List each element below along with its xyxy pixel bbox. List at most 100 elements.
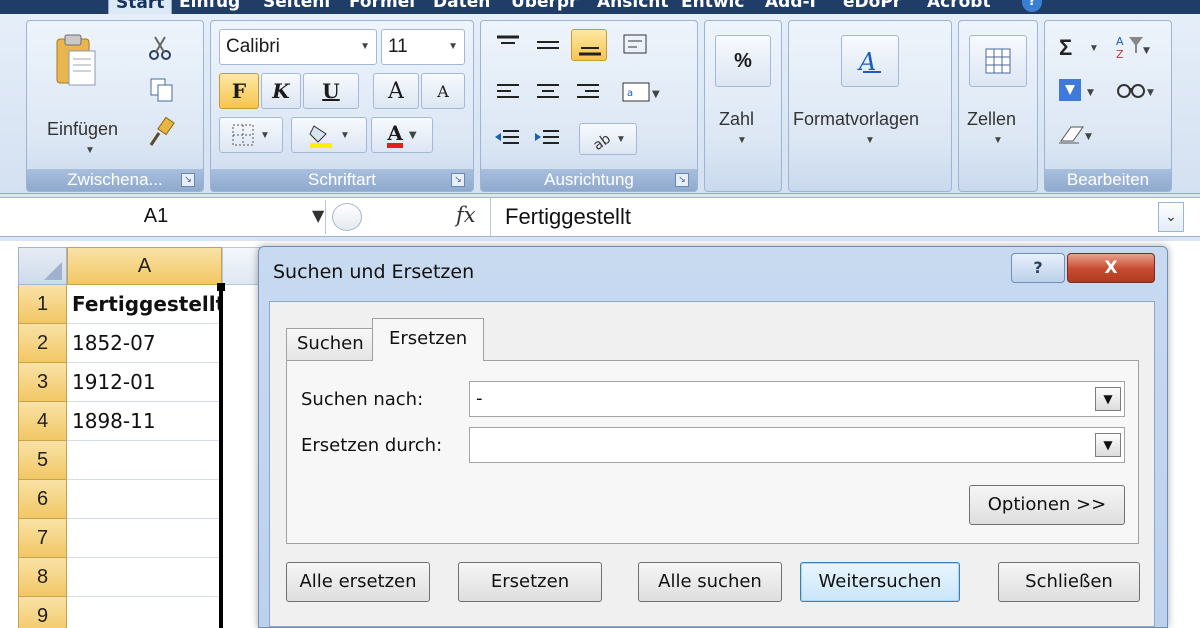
shrink-font-button[interactable]: A (421, 73, 465, 109)
paint-bucket-icon (309, 125, 333, 148)
align-top-icon[interactable] (493, 31, 523, 59)
name-box[interactable]: A1 ▼ (16, 200, 326, 234)
cell-a7[interactable] (67, 519, 222, 558)
format-painter-icon[interactable] (147, 117, 175, 147)
row-header[interactable]: 7 (18, 519, 67, 558)
dialog-help-button[interactable]: ? (1011, 253, 1065, 283)
table-row: 1 Fertiggestellt (18, 285, 222, 324)
table-row: 3 1912-01 (18, 363, 222, 402)
row-header[interactable]: 4 (18, 402, 67, 441)
align-left-icon[interactable] (493, 79, 523, 107)
replace-dropdown-icon[interactable]: ▼ (1095, 433, 1121, 457)
replace-button[interactable]: Ersetzen (458, 562, 602, 602)
row-header[interactable]: 8 (18, 558, 67, 597)
find-select-icon[interactable]: ▼ (1115, 77, 1159, 105)
clipboard-launcher-icon[interactable]: ↘ (181, 173, 195, 187)
dialog-title: Suchen und Ersetzen (273, 261, 475, 283)
tab-einfuegen[interactable]: Einfüg (172, 0, 247, 14)
select-all-corner[interactable] (18, 247, 67, 285)
wrap-text-icon[interactable] (621, 31, 651, 59)
cell-a9[interactable] (67, 597, 222, 628)
replace-all-button[interactable]: Alle ersetzen (286, 562, 430, 602)
tab-acrobat[interactable]: Acrobt (920, 0, 998, 14)
autosum-icon[interactable]: Σ (1059, 35, 1072, 61)
font-name-select[interactable]: Calibri ▼ (219, 29, 377, 65)
cell-a3[interactable]: 1912-01 (67, 363, 222, 402)
svg-text:A: A (1116, 35, 1124, 48)
cell-a8[interactable] (67, 558, 222, 597)
tab-ansicht[interactable]: Ansicht (590, 0, 676, 14)
underline-button[interactable]: U (303, 73, 359, 109)
align-middle-icon[interactable] (533, 31, 563, 59)
borders-button[interactable]: ▼ (219, 117, 283, 153)
options-button[interactable]: Optionen >> (969, 485, 1125, 525)
svg-text:▼: ▼ (1087, 88, 1094, 98)
merge-center-icon[interactable]: a ▼ (621, 79, 661, 107)
find-input[interactable]: - ▼ (469, 381, 1125, 417)
group-cells[interactable]: Zellen ▼ (958, 20, 1038, 192)
row-header[interactable]: 5 (18, 441, 67, 480)
autosum-dropdown-icon[interactable]: ▼ (1089, 43, 1099, 54)
name-box-value: A1 (143, 205, 169, 227)
fill-down-icon[interactable]: ▼ (1057, 77, 1099, 105)
cell-a4[interactable]: 1898-11 (67, 402, 222, 441)
cell-a5[interactable] (67, 441, 222, 480)
tab-ersetzen[interactable]: Ersetzen (372, 318, 485, 361)
decrease-indent-icon[interactable] (493, 125, 523, 153)
formula-bar: A1 ▼ fx Fertiggestellt ⌄ (0, 197, 1200, 237)
row-header[interactable]: 6 (18, 480, 67, 519)
tab-suchen[interactable]: Suchen (286, 328, 375, 360)
font-launcher-icon[interactable]: ↘ (451, 173, 465, 187)
insert-function-icon[interactable]: fx (456, 203, 476, 227)
fill-color-button[interactable]: ▼ (291, 117, 367, 153)
tab-entwicklertools[interactable]: Entwic (674, 0, 751, 14)
tab-start[interactable]: Start (108, 0, 173, 14)
selection-handle[interactable] (217, 283, 225, 291)
dialog-close-button[interactable]: X (1067, 253, 1155, 283)
row-header[interactable]: 9 (18, 597, 67, 628)
find-all-button[interactable]: Alle suchen (638, 562, 782, 602)
align-right-icon[interactable] (573, 79, 603, 107)
align-bottom-button[interactable] (571, 29, 607, 61)
cut-icon[interactable] (147, 35, 173, 61)
increase-indent-icon[interactable] (533, 125, 563, 153)
font-size-select[interactable]: 11 ▼ (381, 29, 465, 65)
dialog-close-text-button[interactable]: Schließen (998, 562, 1140, 602)
bold-button[interactable]: F (219, 73, 259, 109)
tab-edopr[interactable]: eDoPr (836, 0, 908, 14)
help-icon[interactable]: ? (1022, 0, 1042, 12)
expand-formula-bar-icon[interactable]: ⌄ (1158, 202, 1184, 232)
tab-seitenlayout[interactable]: Seitenl (256, 0, 337, 14)
grow-font-button[interactable]: A (373, 73, 419, 109)
group-number[interactable]: % Zahl ▼ (704, 20, 782, 192)
group-styles[interactable]: A Formatvorlagen ▼ (788, 20, 952, 192)
clear-icon[interactable]: ▼ (1057, 121, 1099, 149)
text-orientation-button[interactable]: ab ▼ (579, 123, 637, 155)
find-dropdown-icon[interactable]: ▼ (1095, 387, 1121, 411)
tab-add-ins[interactable]: Add-I (758, 0, 823, 14)
copy-icon[interactable] (149, 77, 175, 103)
alignment-launcher-icon[interactable]: ↘ (675, 173, 689, 187)
row-header[interactable]: 3 (18, 363, 67, 402)
tab-daten[interactable]: Daten (426, 0, 497, 14)
tab-formeln[interactable]: Formel (342, 0, 422, 14)
cell-a2[interactable]: 1852-07 (67, 324, 222, 363)
svg-text:▼: ▼ (1085, 132, 1092, 142)
sort-filter-icon[interactable]: AZ ▼ (1115, 33, 1151, 61)
find-next-button[interactable]: Weitersuchen (800, 562, 960, 602)
row-header[interactable]: 1 (18, 285, 67, 324)
column-header-a[interactable]: A (67, 247, 222, 285)
name-box-chevron-icon[interactable]: ▼ (312, 206, 324, 225)
cell-a6[interactable] (67, 480, 222, 519)
font-color-button[interactable]: A ▼ (371, 117, 433, 153)
cell-a1[interactable]: Fertiggestellt (67, 285, 222, 324)
replace-input[interactable]: ▼ (469, 427, 1125, 463)
paste-button[interactable]: Einfügen ▼ (33, 29, 118, 159)
formula-input[interactable]: Fertiggestellt (490, 198, 1155, 236)
row-header[interactable]: 2 (18, 324, 67, 363)
align-center-icon[interactable] (533, 79, 563, 107)
italic-button[interactable]: K (261, 73, 301, 109)
tab-ueberpruefen[interactable]: Überpr (504, 0, 584, 14)
percent-icon: % (715, 35, 771, 87)
paste-dropdown-icon[interactable]: ▼ (85, 145, 95, 156)
